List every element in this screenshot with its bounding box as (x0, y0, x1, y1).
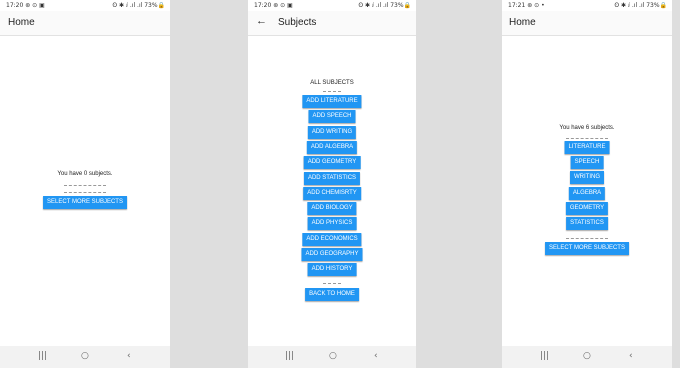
home-circle-icon[interactable]: ○ (81, 351, 89, 361)
android-nav-bar: ||| ○ ‹ (0, 346, 170, 368)
divider (323, 91, 341, 92)
subject-item-button[interactable]: GEOMETRY (565, 201, 609, 215)
phone-screen-subjects: 17:20 ⊛ ⊙ ▣ ʘ ✱ ⅈ .ıl .ıl 73%🔒 ← Subject… (248, 0, 416, 368)
add-subject-button[interactable]: ADD ECONOMICS (302, 232, 362, 246)
back-nav-icon[interactable]: ‹ (374, 351, 378, 361)
divider (64, 185, 106, 186)
status-bar: 17:21 ⊛ ⊙ • ʘ ✱ ⅈ .ıl .ıl 73%🔒 (502, 0, 672, 11)
status-left-icons: ⊛ ⊙ ▣ (25, 2, 45, 9)
page-title: Home (509, 17, 536, 28)
status-bar: 17:20 ⊛ ⊙ ▣ ʘ ✱ ⅈ .ıl .ıl 73%🔒 (0, 0, 170, 11)
select-more-subjects-button[interactable]: SELECT MORE SUBJECTS (545, 242, 629, 255)
add-subject-button[interactable]: ADD HISTORY (307, 263, 357, 277)
status-time: 17:21 (508, 2, 526, 9)
add-subject-button[interactable]: ADD BIOLOGY (307, 202, 357, 216)
back-nav-icon[interactable]: ‹ (127, 351, 131, 361)
status-left-icons: ⊛ ⊙ • (527, 2, 545, 9)
status-right-icons: ʘ ✱ ⅈ .ıl .ıl 73%🔒 (358, 2, 411, 9)
add-subject-button[interactable]: ADD CHEMISRTY (303, 186, 361, 200)
all-subjects-heading: ALL SUBJECTS (310, 80, 354, 86)
app-bar: ← Subjects (248, 11, 416, 36)
status-bar: 17:20 ⊛ ⊙ ▣ ʘ ✱ ⅈ .ıl .ıl 73%🔒 (248, 0, 416, 11)
subject-count-text: You have 6 subjects. (559, 125, 615, 131)
page-title: Subjects (278, 17, 317, 28)
subject-item-button[interactable]: LITERATURE (564, 141, 610, 154)
add-subject-button[interactable]: ADD WRITING (307, 125, 357, 139)
recents-icon[interactable]: ||| (38, 351, 47, 361)
status-time: 17:20 (6, 2, 24, 9)
subject-count-text: You have 0 subjects. (57, 171, 113, 177)
add-subject-button[interactable]: ADD SPEECH (308, 110, 356, 124)
app-bar: Home (502, 11, 672, 36)
select-more-subjects-button[interactable]: SELECT MORE SUBJECTS (43, 196, 127, 209)
subject-item-button[interactable]: SPEECH (570, 156, 604, 170)
recents-icon[interactable]: ||| (540, 351, 549, 361)
back-nav-icon[interactable]: ‹ (629, 351, 633, 361)
back-arrow-icon[interactable]: ← (256, 15, 267, 27)
page-title: Home (8, 17, 35, 28)
android-nav-bar: ||| ○ ‹ (502, 346, 672, 368)
subject-item-button[interactable]: WRITING (570, 171, 604, 185)
subject-item-button[interactable]: STATISTICS (566, 217, 608, 230)
subject-item-button[interactable]: ALGEBRA (568, 186, 606, 200)
add-subject-button[interactable]: ADD STATISTICS (303, 171, 361, 185)
status-time: 17:20 (254, 2, 272, 9)
add-subject-button[interactable]: ADD GEOMETRY (303, 156, 361, 170)
add-subject-button[interactable]: ADD LITERATURE (302, 95, 362, 108)
divider (64, 192, 106, 193)
add-subject-button[interactable]: ADD PHYSICS (307, 217, 357, 231)
home-circle-icon[interactable]: ○ (583, 351, 591, 361)
divider (566, 238, 608, 239)
add-subject-button[interactable]: ADD GEOGRAPHY (301, 248, 363, 261)
app-bar: Home (0, 11, 170, 36)
back-to-home-button[interactable]: BACK TO HOME (305, 288, 359, 301)
divider (323, 283, 341, 284)
phone-screen-home-empty: 17:20 ⊛ ⊙ ▣ ʘ ✱ ⅈ .ıl .ıl 73%🔒 Home You … (0, 0, 170, 368)
recents-icon[interactable]: ||| (285, 351, 294, 361)
phone-screen-home-subjects: 17:21 ⊛ ⊙ • ʘ ✱ ⅈ .ıl .ıl 73%🔒 Home You … (502, 0, 672, 368)
divider (566, 138, 608, 139)
status-right-icons: ʘ ✱ ⅈ .ıl .ıl 73%🔒 (614, 2, 667, 9)
status-left-icons: ⊛ ⊙ ▣ (273, 2, 293, 9)
android-nav-bar: ||| ○ ‹ (248, 346, 416, 368)
status-right-icons: ʘ ✱ ⅈ .ıl .ıl 73%🔒 (112, 2, 165, 9)
add-subject-button[interactable]: ADD ALGEBRA (306, 140, 358, 154)
home-circle-icon[interactable]: ○ (329, 351, 337, 361)
